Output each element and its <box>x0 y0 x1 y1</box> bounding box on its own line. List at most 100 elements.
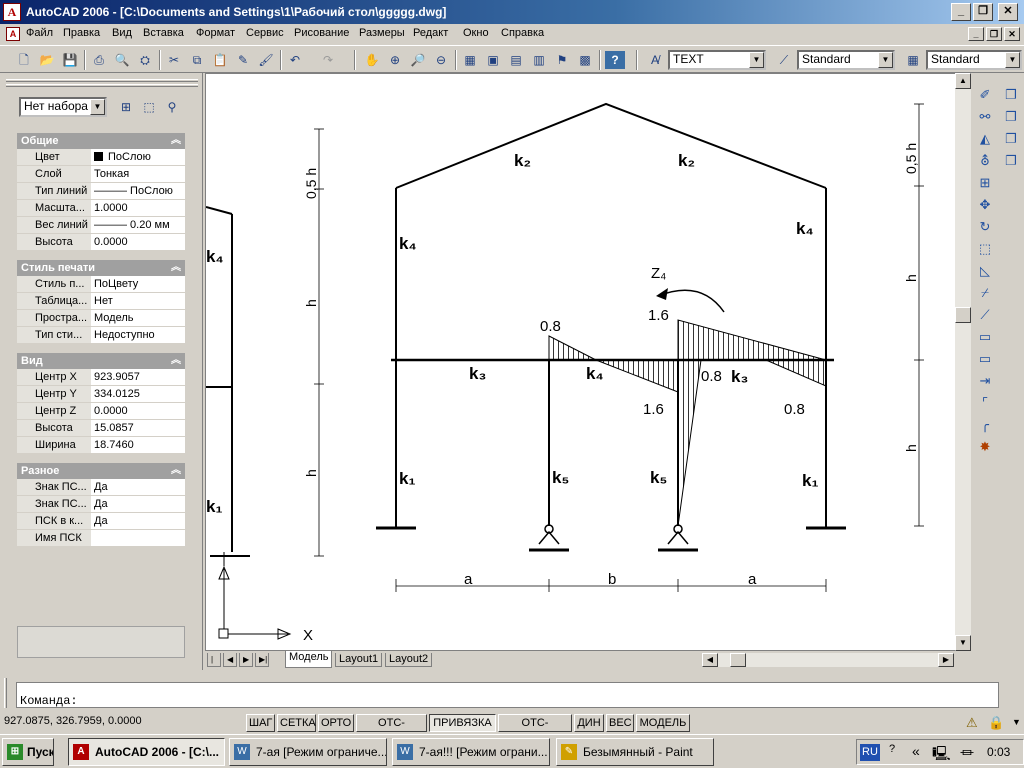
close-button[interactable]: ✕ <box>998 3 1018 21</box>
plot-preview-icon[interactable]: 🔍 <box>112 51 132 69</box>
match-properties-icon[interactable]: ✎ <box>233 51 253 69</box>
join-icon[interactable]: ⇥ <box>975 371 995 391</box>
stretch-icon[interactable]: ◺ <box>975 261 995 281</box>
explode-icon[interactable]: ✸ <box>975 437 995 457</box>
quick-select-icon[interactable]: ⚲ <box>162 98 182 116</box>
text-style-icon[interactable]: A̸ <box>645 51 665 69</box>
osnap-toggle[interactable]: ПРИВЯЗКА <box>429 714 496 732</box>
mirror-icon[interactable]: ◭ <box>975 129 995 149</box>
tab-last-icon[interactable]: ▶| <box>255 653 269 667</box>
prop-row[interactable]: Вес линий ——— 0.20 мм <box>17 217 185 234</box>
hscroll-thumb[interactable] <box>730 653 746 667</box>
prop-row[interactable]: Центр X 923.9057 <box>17 369 185 386</box>
scale-icon[interactable]: ⬚ <box>975 239 995 259</box>
prop-row[interactable]: Тип сти... Недоступно <box>17 327 185 344</box>
paste-icon[interactable]: 📋 <box>210 51 230 69</box>
scroll-thumb[interactable] <box>955 307 971 323</box>
maximize-button[interactable]: ❐ <box>973 3 993 21</box>
collapse-icon[interactable]: ︽ <box>171 353 181 369</box>
fillet-icon[interactable]: ╭ <box>975 415 995 435</box>
zoom-previous-icon[interactable]: ⊖ <box>431 51 451 69</box>
menu-file[interactable]: Файл <box>26 27 53 39</box>
clock[interactable]: 0:03 <box>987 745 1010 759</box>
palette-grip[interactable] <box>6 84 198 87</box>
redo-icon[interactable]: ↷ <box>318 51 338 69</box>
autocad-app-icon[interactable]: A <box>3 3 21 21</box>
section-general[interactable]: Общие ︽ <box>17 133 185 149</box>
prop-row[interactable]: Масшта... 1.0000 <box>17 200 185 217</box>
prop-row[interactable]: Таблица... Нет <box>17 293 185 310</box>
open-icon[interactable]: 📂 <box>37 51 57 69</box>
help-tray-icon[interactable]: ? <box>889 743 895 755</box>
collapse-icon[interactable]: ︽ <box>171 260 181 276</box>
tab-layout1[interactable]: Layout1 <box>335 653 383 667</box>
collapse-icon[interactable]: ︽ <box>171 133 181 149</box>
rotate-icon[interactable]: ↻ <box>975 217 995 237</box>
prop-row[interactable]: Ширина 18.7460 <box>17 437 185 454</box>
tab-first-icon[interactable]: |◀ <box>207 653 221 677</box>
drawing-canvas[interactable]: k₂ k₂ k₄ k₄ k₄ k₃ k₄ k₃ k₁ k₁ k₁ k₅ k₅ Z… <box>205 73 970 651</box>
design-center-icon[interactable]: ▣ <box>483 51 503 69</box>
doc-restore-button[interactable]: ❐ <box>986 27 1002 41</box>
offset-icon[interactable]: ⛢ <box>975 151 995 171</box>
prop-row[interactable]: Центр Z 0.0000 <box>17 403 185 420</box>
prop-row[interactable]: ПСК в к... Да <box>17 513 185 530</box>
dim-style-icon[interactable]: ⟋ <box>774 51 794 69</box>
lineweight-toggle[interactable]: ВЕС <box>606 714 634 732</box>
otrack-toggle[interactable]: ОТС-ОБЪЕКТ <box>498 714 572 745</box>
menu-format[interactable]: Формат <box>196 27 235 39</box>
dyn-toggle[interactable]: ДИН <box>574 714 604 732</box>
vertical-scrollbar[interactable]: ▲ ▼ <box>955 73 971 651</box>
menu-help[interactable]: Справка <box>501 27 544 39</box>
scroll-down-icon[interactable]: ▼ <box>955 635 971 651</box>
break-icon[interactable]: ▭ <box>975 349 995 369</box>
scroll-up-icon[interactable]: ▲ <box>955 73 971 89</box>
extend-icon[interactable]: ⟋ <box>975 305 995 325</box>
ortho-toggle[interactable]: ОРТО <box>318 714 354 732</box>
tool-palettes-icon[interactable]: ▤ <box>506 51 526 69</box>
menu-modify[interactable]: Редакт <box>413 27 448 39</box>
draworder-back-icon[interactable]: ❐ <box>1001 107 1021 127</box>
network-icon[interactable]: 🖳 <box>932 743 951 767</box>
document-icon[interactable]: A <box>6 27 20 41</box>
usb-icon[interactable]: ⏛ <box>960 743 974 763</box>
prop-row[interactable]: Знак ПС... Да <box>17 479 185 496</box>
zoom-realtime-icon[interactable]: ⊕ <box>385 51 405 69</box>
doc-minimize-button[interactable]: _ <box>968 27 984 41</box>
menu-draw[interactable]: Рисование <box>294 27 349 39</box>
command-line-input[interactable]: Команда: <box>16 682 999 708</box>
menu-view[interactable]: Вид <box>112 27 132 39</box>
hscroll-right-icon[interactable]: ▶ <box>938 653 954 667</box>
section-plot-style[interactable]: Стиль печати ︽ <box>17 260 185 276</box>
draworder-under-icon[interactable]: ❐ <box>1001 151 1021 171</box>
zoom-window-icon[interactable]: 🔎 <box>408 51 428 69</box>
trim-icon[interactable]: ⌿ <box>975 283 995 303</box>
calculator-icon[interactable]: ▩ <box>575 51 595 69</box>
new-icon[interactable]: 🗋 <box>14 51 34 69</box>
palette-grip[interactable] <box>6 79 198 82</box>
publish-icon[interactable]: ⛭ <box>135 51 155 69</box>
prop-row[interactable]: Слой Тонкая <box>17 166 185 183</box>
prop-row[interactable]: Тип линий ——— ПоСлою <box>17 183 185 200</box>
block-editor-icon[interactable]: 🖌 <box>256 51 276 69</box>
start-button[interactable]: ⊞ Пуск <box>2 738 54 766</box>
language-indicator[interactable]: RU <box>860 744 880 761</box>
prop-row[interactable]: Стиль п... ПоЦвету <box>17 276 185 293</box>
properties-icon[interactable]: ▦ <box>460 51 480 69</box>
chevron-down-icon[interactable]: ▼ <box>749 52 764 68</box>
markup-icon[interactable]: ⚑ <box>552 51 572 69</box>
prop-row[interactable]: Центр Y 334.0125 <box>17 386 185 403</box>
collapse-icon[interactable]: ︽ <box>171 463 181 479</box>
menu-dimension[interactable]: Размеры <box>359 27 405 39</box>
array-icon[interactable]: ⊞ <box>975 173 995 193</box>
chevron-down-icon[interactable]: ▼ <box>878 52 893 68</box>
grid-toggle[interactable]: СЕТКА <box>277 714 316 732</box>
break-point-icon[interactable]: ▭ <box>975 327 995 347</box>
menu-edit[interactable]: Правка <box>63 27 100 39</box>
draworder-front-icon[interactable]: ❐ <box>1001 85 1021 105</box>
horizontal-scrollbar[interactable] <box>718 653 938 667</box>
communication-center-icon[interactable]: ⚠ <box>966 715 978 731</box>
help-icon[interactable]: ? <box>605 51 625 69</box>
chevron-down-icon[interactable]: ▼ <box>1005 52 1020 68</box>
chamfer-icon[interactable]: ⌜ <box>975 393 995 413</box>
